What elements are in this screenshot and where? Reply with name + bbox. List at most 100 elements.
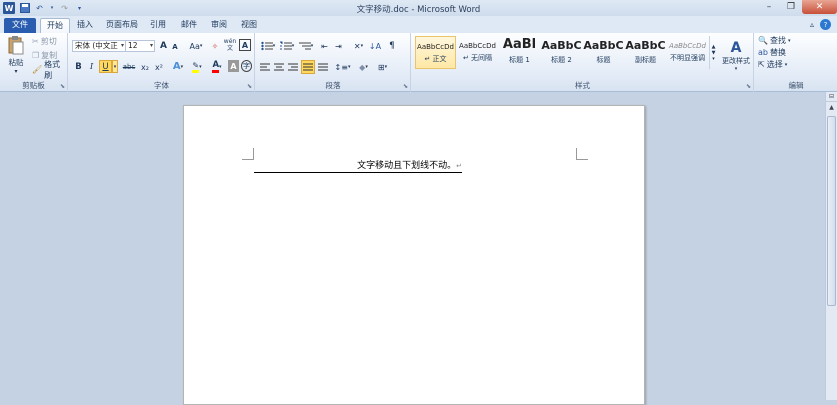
paragraph-group-label: 段落 <box>325 81 341 90</box>
numbering-button[interactable]: ▾ <box>278 40 296 52</box>
select-button[interactable]: ⇱ 选择 ▾ <box>758 59 787 70</box>
format-painter-button[interactable]: 🖌 格式刷 <box>32 60 67 80</box>
strikethrough-button[interactable]: abc <box>121 61 137 73</box>
phonetic-guide-icon[interactable]: wén 文 <box>223 37 237 52</box>
select-label: 选择 <box>766 60 783 69</box>
find-button[interactable]: 🔍 查找 ▾ <box>758 35 790 46</box>
editing-group-label: 编辑 <box>788 81 804 90</box>
borders-icon[interactable]: ⊞ ▾ <box>374 61 391 73</box>
style-sample: AaBbCcDd <box>669 42 706 50</box>
help-icon[interactable]: ? <box>820 19 831 30</box>
select-icon: ⇱ <box>758 60 765 69</box>
align-center-icon[interactable] <box>273 61 285 73</box>
font-launcher-icon[interactable]: ⬊ <box>247 83 252 90</box>
font-color-icon: A <box>212 60 220 73</box>
clear-formatting-icon[interactable]: ✧ <box>209 40 221 52</box>
subscript-button[interactable]: x₂ <box>139 61 151 73</box>
scroll-thumb[interactable] <box>827 116 836 306</box>
style-heading-2[interactable]: AaBbC 标题 2 <box>541 36 582 69</box>
tab-view[interactable]: 视图 <box>237 18 261 33</box>
shading-icon[interactable]: ◆ ▾ <box>355 61 372 73</box>
style-subtitle[interactable]: AaBbC 副标题 <box>625 36 666 69</box>
paste-button[interactable]: 粘贴 ▾ <box>5 35 27 75</box>
line-spacing-icon[interactable]: ↕≡ ▾ <box>334 61 351 73</box>
distributed-icon[interactable] <box>317 61 329 73</box>
decrease-indent-icon[interactable]: ⇤ <box>318 40 331 52</box>
close-button[interactable]: ✕ <box>802 0 837 14</box>
copy-icon: ❐ <box>32 51 40 60</box>
align-left-icon[interactable] <box>259 61 271 73</box>
text-effects-icon[interactable]: A ▾ <box>169 60 187 73</box>
format-painter-label: 格式刷 <box>44 59 61 80</box>
bullets-icon <box>261 41 273 51</box>
tab-insert[interactable]: 插入 <box>73 18 97 33</box>
show-marks-icon[interactable]: ¶ <box>386 40 398 52</box>
style-heading-1[interactable]: AaBl 标题 1 <box>499 36 540 69</box>
shrink-font-icon[interactable]: A <box>170 41 180 53</box>
ribbon: 粘贴 ▾ ✂ 剪切 ❐ 复制 🖌 格式刷 剪贴板 ⬊ 宋体 (中文正 ▾ 12 ▾ A A… <box>0 33 837 92</box>
font-size-value: 12 <box>128 41 138 50</box>
font-size-combo[interactable]: 12 ▾ <box>125 40 155 52</box>
replace-label: 替换 <box>769 48 786 57</box>
tab-home[interactable]: 开始 <box>40 18 70 33</box>
bold-button[interactable]: B <box>73 61 84 73</box>
change-case-label: Aa <box>189 41 200 51</box>
italic-button[interactable]: I <box>86 61 97 73</box>
highlight-color-button[interactable]: ✎ ▾ <box>188 60 206 73</box>
document-paragraph[interactable]: 文字移动且下划线不动。↵ <box>254 161 462 173</box>
font-name-combo[interactable]: 宋体 (中文正 ▾ <box>72 40 126 52</box>
minimize-ribbon-icon[interactable]: ▵ <box>807 19 817 29</box>
tab-references[interactable]: 引用 <box>146 18 170 33</box>
clipboard-launcher-icon[interactable]: ⬊ <box>60 83 65 90</box>
styles-gallery-scroll[interactable]: ▲ ▼ ▾ <box>709 36 717 69</box>
paste-label: 粘贴 <box>8 58 24 67</box>
enclose-characters-icon[interactable]: 字 <box>241 60 252 72</box>
style-name: ↵ 无间隔 <box>462 54 493 62</box>
multilevel-list-button[interactable]: ▾ <box>297 40 315 52</box>
style-name: 标题 1 <box>509 56 530 64</box>
change-styles-button[interactable]: A 更改样式 ▾ <box>720 35 752 77</box>
minimize-button[interactable]: – <box>758 0 780 14</box>
chinese-layout-icon[interactable]: ✕ ▾ <box>350 40 367 52</box>
tab-file[interactable]: 文件 <box>4 18 36 33</box>
binoculars-icon: 🔍 <box>758 36 768 45</box>
scissors-icon: ✂ <box>32 37 39 46</box>
character-border-icon[interactable]: A <box>239 39 251 51</box>
font-group-label: 字体 <box>154 81 169 90</box>
style-normal[interactable]: AaBbCcDd ↵ 正文 <box>415 36 456 69</box>
underline-button[interactable]: U <box>99 60 112 73</box>
vertical-scrollbar[interactable]: ⊟ ▲ <box>825 92 837 400</box>
character-shading-icon[interactable]: A <box>228 60 239 72</box>
style-no-spacing[interactable]: AaBbCcDd ↵ 无间隔 <box>457 36 498 69</box>
ruler-toggle-icon[interactable]: ⊟ <box>826 92 837 102</box>
bullets-button[interactable]: ▾ <box>259 40 277 52</box>
align-right-icon[interactable] <box>287 61 299 73</box>
justify-icon[interactable] <box>301 60 315 74</box>
change-case-button[interactable]: Aa ▾ <box>188 40 204 52</box>
ribbon-tabs: 文件 开始 插入 页面布局 引用 邮件 审阅 视图 ▵ ? <box>0 16 837 33</box>
increase-indent-icon[interactable]: ⇥ <box>332 40 345 52</box>
scroll-up-icon[interactable]: ▲ <box>826 102 837 112</box>
font-color-button[interactable]: A ▾ <box>208 60 226 73</box>
tab-review[interactable]: 审阅 <box>207 18 231 33</box>
grow-font-icon[interactable]: A <box>158 40 169 52</box>
styles-launcher-icon[interactable]: ⬊ <box>746 83 751 90</box>
tab-mailings[interactable]: 邮件 <box>177 18 201 33</box>
superscript-button[interactable]: x² <box>153 61 165 73</box>
sort-icon[interactable]: ↓A <box>368 40 382 52</box>
paragraph-launcher-icon[interactable]: ⬊ <box>403 83 408 90</box>
document-page[interactable]: 文字移动且下划线不动。↵ <box>183 105 645 405</box>
tab-page-layout[interactable]: 页面布局 <box>103 18 141 33</box>
replace-button[interactable]: ab 替换 <box>758 47 786 58</box>
cut-button[interactable]: ✂ 剪切 <box>32 36 57 47</box>
crop-mark-top-left <box>242 148 254 160</box>
maximize-button[interactable]: ❐ <box>780 0 802 14</box>
style-subtle-emphasis[interactable]: AaBbCcDd 不明显强调 <box>667 36 708 69</box>
underline-dropdown-icon[interactable]: ▾ <box>112 60 118 73</box>
style-name: 标题 <box>596 56 611 64</box>
editing-group: 🔍 查找 ▾ ab 替换 ⇱ 选择 ▾ 编辑 <box>755 33 837 92</box>
style-sample: AaBbCcDd <box>417 43 454 51</box>
paste-icon <box>8 36 24 55</box>
style-name: 不明显强调 <box>670 54 705 62</box>
style-title[interactable]: AaBbC 标题 <box>583 36 624 69</box>
